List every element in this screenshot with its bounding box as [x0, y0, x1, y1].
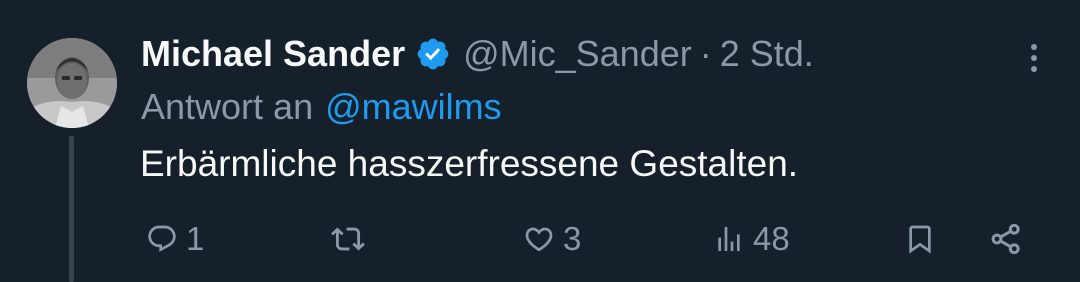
avatar[interactable] — [27, 38, 117, 128]
more-vertical-icon[interactable] — [1014, 40, 1054, 76]
views-count: 48 — [753, 220, 790, 257]
action-bar: 1 3 48 — [0, 214, 1080, 264]
tweet-header: Michael Sander @Mic_Sander · 2 Std. — [141, 30, 814, 78]
share-icon — [988, 221, 1024, 257]
bookmark-button[interactable] — [904, 214, 936, 264]
verified-badge-icon[interactable] — [415, 36, 451, 72]
heart-icon — [523, 223, 555, 255]
author-handle[interactable]: @Mic_Sander — [463, 33, 692, 75]
like-count: 3 — [563, 220, 582, 257]
retweet-button[interactable] — [331, 214, 373, 264]
views-chart-icon — [713, 223, 745, 255]
like-button[interactable]: 3 — [523, 214, 581, 264]
reply-button[interactable]: 1 — [146, 214, 204, 264]
share-button[interactable] — [988, 214, 1024, 264]
timestamp[interactable]: 2 Std. — [720, 33, 814, 75]
reply-count: 1 — [186, 220, 205, 257]
retweet-icon — [331, 222, 365, 256]
author-name[interactable]: Michael Sander — [141, 33, 405, 75]
reply-handle-link[interactable]: @mawilms — [325, 86, 502, 128]
reply-icon — [146, 223, 178, 255]
reply-context: Antwort an @mawilms — [141, 84, 502, 130]
avatar-photo — [27, 38, 117, 128]
bookmark-icon — [904, 223, 936, 255]
separator-dot: · — [699, 33, 712, 74]
tweet-text: Erbärmliche hasszerfressene Gestalten. — [140, 143, 799, 184]
views-button[interactable]: 48 — [713, 214, 790, 264]
tweet[interactable]: Michael Sander @Mic_Sander · 2 Std. Antw… — [0, 0, 1080, 282]
reply-prefix: Antwort an — [141, 86, 314, 127]
